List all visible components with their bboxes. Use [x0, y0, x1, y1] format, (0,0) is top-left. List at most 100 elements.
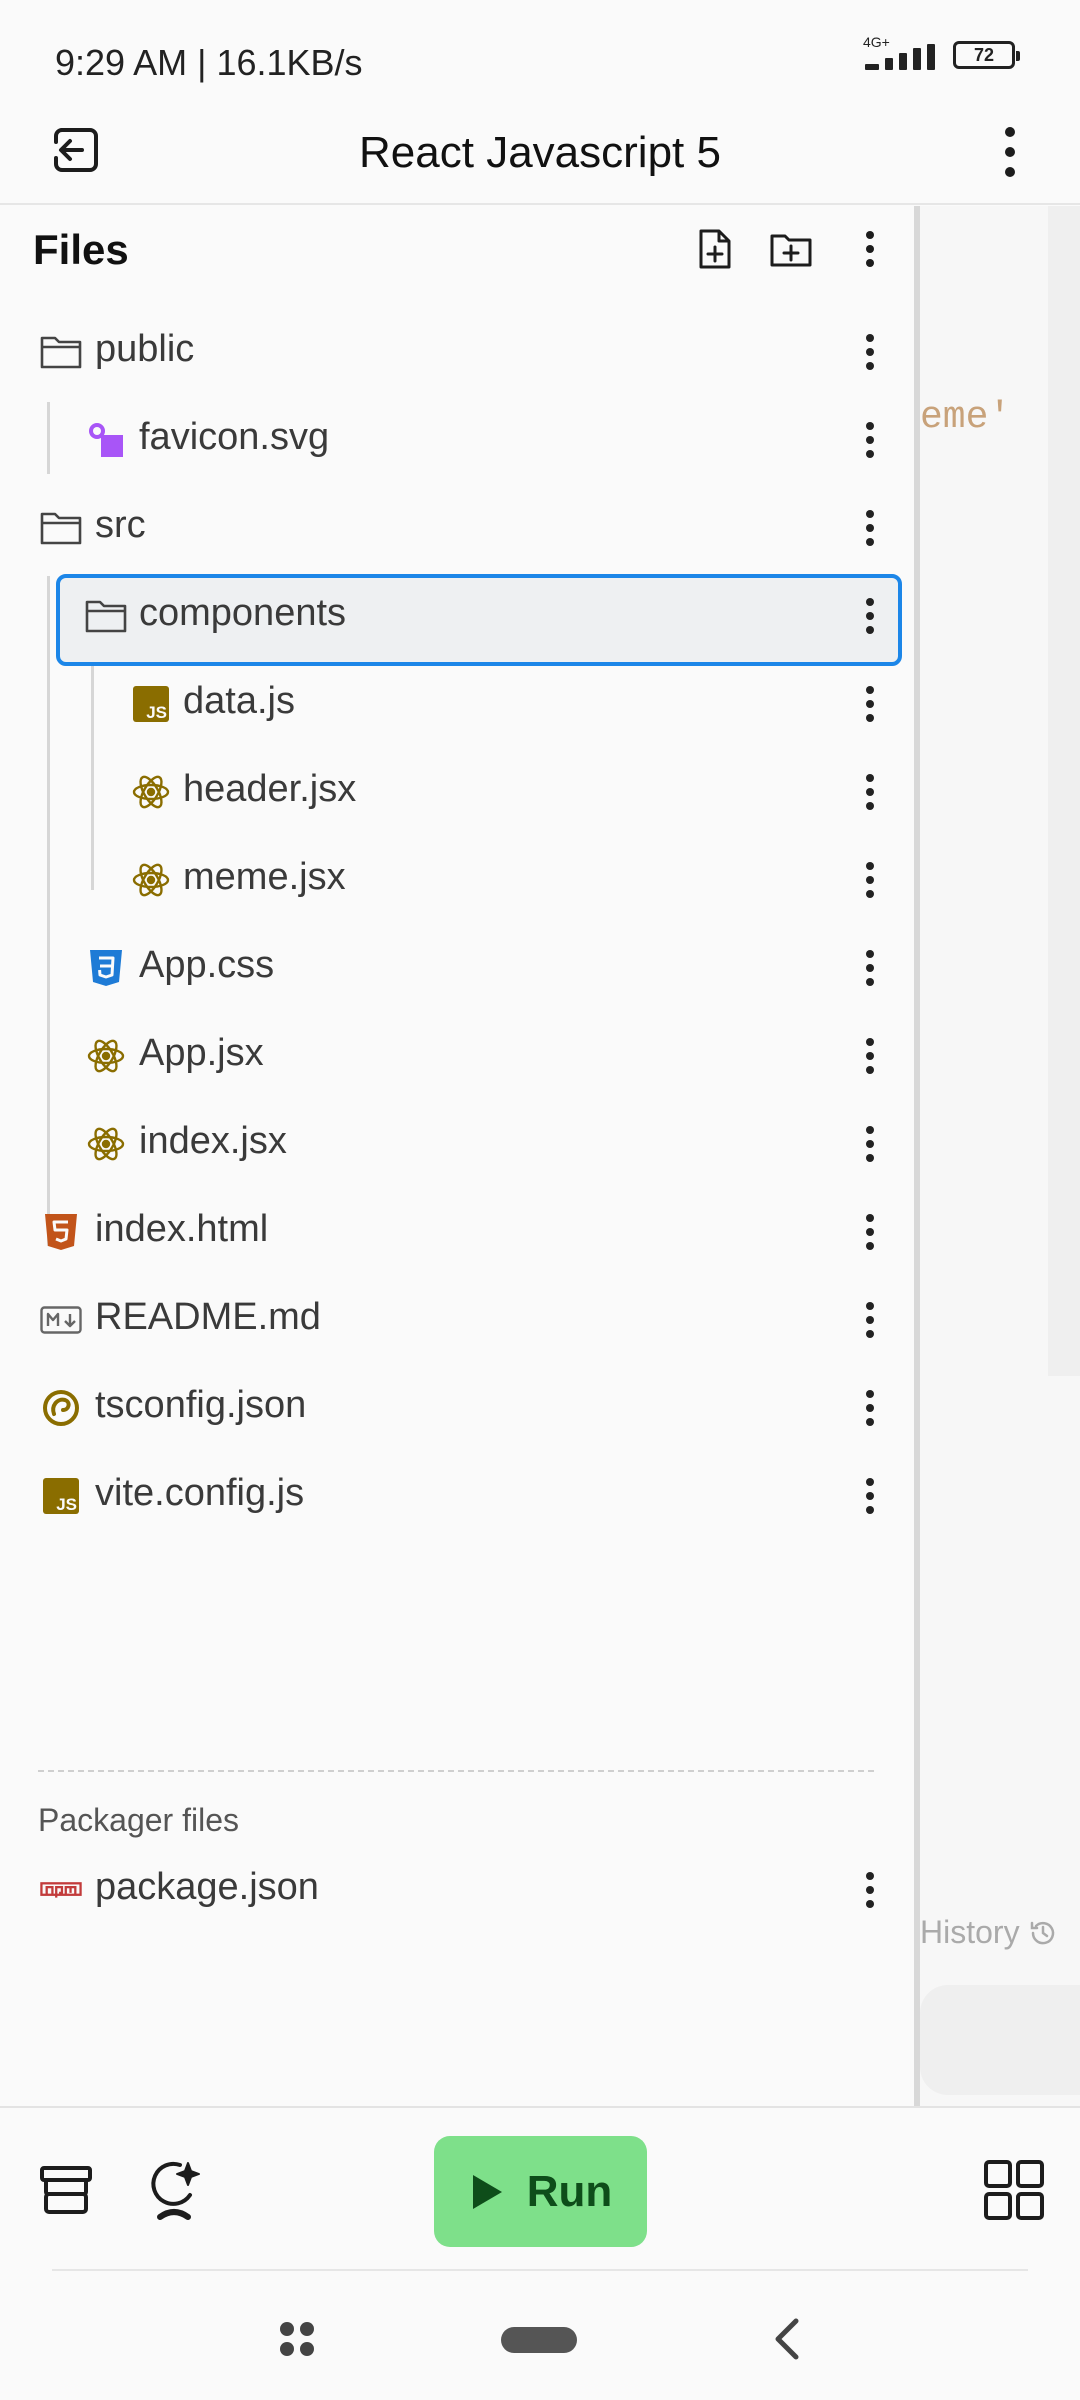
item-more-button[interactable] [850, 506, 890, 550]
tree-item-file[interactable]: favicon.svg [0, 396, 914, 484]
tree-item-file[interactable]: App.jsx [0, 1012, 914, 1100]
item-more-button[interactable] [850, 1868, 890, 1912]
signal-icon: 4G+ [863, 34, 935, 70]
markdown-icon [40, 1300, 82, 1340]
item-more-button[interactable] [850, 1386, 890, 1430]
more-vertical-icon [1005, 127, 1015, 177]
tree-item-file[interactable]: index.jsx [0, 1100, 914, 1188]
tsconfig-icon [40, 1388, 82, 1428]
new-file-button[interactable] [690, 224, 740, 274]
files-header: Files [0, 206, 914, 296]
item-more-button[interactable] [850, 858, 890, 902]
more-vertical-icon [866, 862, 874, 898]
react-icon [85, 1036, 127, 1076]
editor-input[interactable] [920, 1985, 1080, 2095]
tree-item-label: index.jsx [139, 1120, 287, 1162]
recents-button[interactable] [270, 2312, 324, 2366]
svg-text:JS: JS [56, 1495, 77, 1514]
layout-button[interactable] [26, 2150, 106, 2230]
item-more-button[interactable] [850, 330, 890, 374]
item-more-button[interactable] [850, 594, 890, 638]
tree-item-label: App.css [139, 944, 275, 986]
tree-item-label: vite.config.js [95, 1472, 305, 1514]
more-vertical-icon [866, 774, 874, 810]
tree-item-file[interactable]: App.css [0, 924, 914, 1012]
new-folder-button[interactable] [766, 224, 816, 274]
html-icon [40, 1212, 82, 1252]
item-more-button[interactable] [850, 1210, 890, 1254]
svg-file-icon [85, 420, 127, 460]
packager-files-heading: Packager files [38, 1802, 239, 1838]
tree-item-file[interactable]: header.jsx [0, 748, 914, 836]
page-title: React Javascript 5 [359, 128, 721, 177]
tree-item-label: tsconfig.json [95, 1384, 307, 1426]
more-menu-button[interactable] [980, 120, 1040, 184]
item-more-button[interactable] [850, 1298, 890, 1342]
status-icons: 4G+ 72 [863, 34, 1020, 70]
app-bar: React Javascript 5 [0, 110, 1080, 205]
more-vertical-icon [866, 334, 874, 370]
editor-scrollbar[interactable] [1048, 206, 1080, 1376]
tree-item-label: src [95, 504, 146, 546]
tree-item-file[interactable]: package.json [0, 1846, 914, 1934]
npm-icon [40, 1870, 82, 1910]
back-chevron-icon [775, 2318, 799, 2360]
folder-icon [40, 332, 82, 372]
folder-icon [40, 508, 82, 548]
more-vertical-icon [866, 1214, 874, 1250]
status-bar: 9:29 AM | 16.1KB/s 4G+ 72 [0, 0, 1080, 110]
item-more-button[interactable] [850, 1122, 890, 1166]
divider [52, 2269, 1028, 2271]
history-button[interactable]: History [920, 1914, 1058, 1951]
tree-item-label: meme.jsx [183, 856, 346, 898]
tree-item-folder[interactable]: src [0, 484, 914, 572]
files-panel: Files public favicon.svg src components … [0, 206, 914, 2106]
tree-item-file[interactable]: index.html [0, 1188, 914, 1276]
tree-item-file[interactable]: meme.jsx [0, 836, 914, 924]
javascript-icon: JS [40, 1476, 82, 1516]
tree-item-folder[interactable]: public [0, 308, 914, 396]
apps-grid-button[interactable] [974, 2150, 1054, 2230]
item-more-button[interactable] [850, 946, 890, 990]
signal-bar [927, 44, 935, 70]
item-more-button[interactable] [850, 1034, 890, 1078]
run-label: Run [526, 2166, 613, 2216]
panel-resize-handle[interactable] [914, 206, 920, 2106]
ai-sparkle-icon [151, 2161, 200, 2220]
tree-item-folder-selected[interactable]: components [0, 572, 914, 666]
svg-text:JS: JS [146, 703, 167, 722]
tree-item-file[interactable]: JS data.js [0, 660, 914, 748]
tree-item-file[interactable]: JS vite.config.js [0, 1452, 914, 1540]
system-nav-bar [0, 2272, 1080, 2400]
editor-code: eme' [920, 396, 1012, 439]
react-icon [85, 1124, 127, 1164]
network-type: 4G+ [863, 34, 890, 50]
history-label: History [920, 1914, 1020, 1950]
tree-item-label: App.jsx [139, 1032, 264, 1074]
folder-plus-icon [770, 234, 812, 267]
tree-item-label: public [95, 328, 195, 370]
home-button[interactable] [500, 2320, 578, 2360]
files-more-button[interactable] [845, 224, 895, 274]
signal-bar [885, 58, 893, 70]
item-more-button[interactable] [850, 1474, 890, 1518]
item-more-button[interactable] [850, 770, 890, 814]
ai-assistant-button[interactable] [136, 2150, 216, 2230]
more-vertical-icon [866, 1390, 874, 1426]
status-time: 9:29 AM | 16.1KB/s [55, 42, 363, 83]
tree-item-file[interactable]: tsconfig.json [0, 1364, 914, 1452]
item-more-button[interactable] [850, 418, 890, 462]
history-icon [1030, 1921, 1054, 1944]
back-button[interactable] [760, 2312, 814, 2366]
more-vertical-icon [866, 1872, 874, 1908]
tree-item-label: data.js [183, 680, 295, 722]
more-vertical-icon [866, 950, 874, 986]
tree-item-label: favicon.svg [139, 416, 330, 458]
more-vertical-icon [866, 686, 874, 722]
run-button[interactable]: Run [434, 2136, 647, 2247]
css-icon [85, 948, 127, 988]
more-vertical-icon [866, 598, 874, 634]
bottom-toolbar: Run [0, 2106, 1080, 2271]
tree-item-file[interactable]: README.md [0, 1276, 914, 1364]
item-more-button[interactable] [850, 682, 890, 726]
